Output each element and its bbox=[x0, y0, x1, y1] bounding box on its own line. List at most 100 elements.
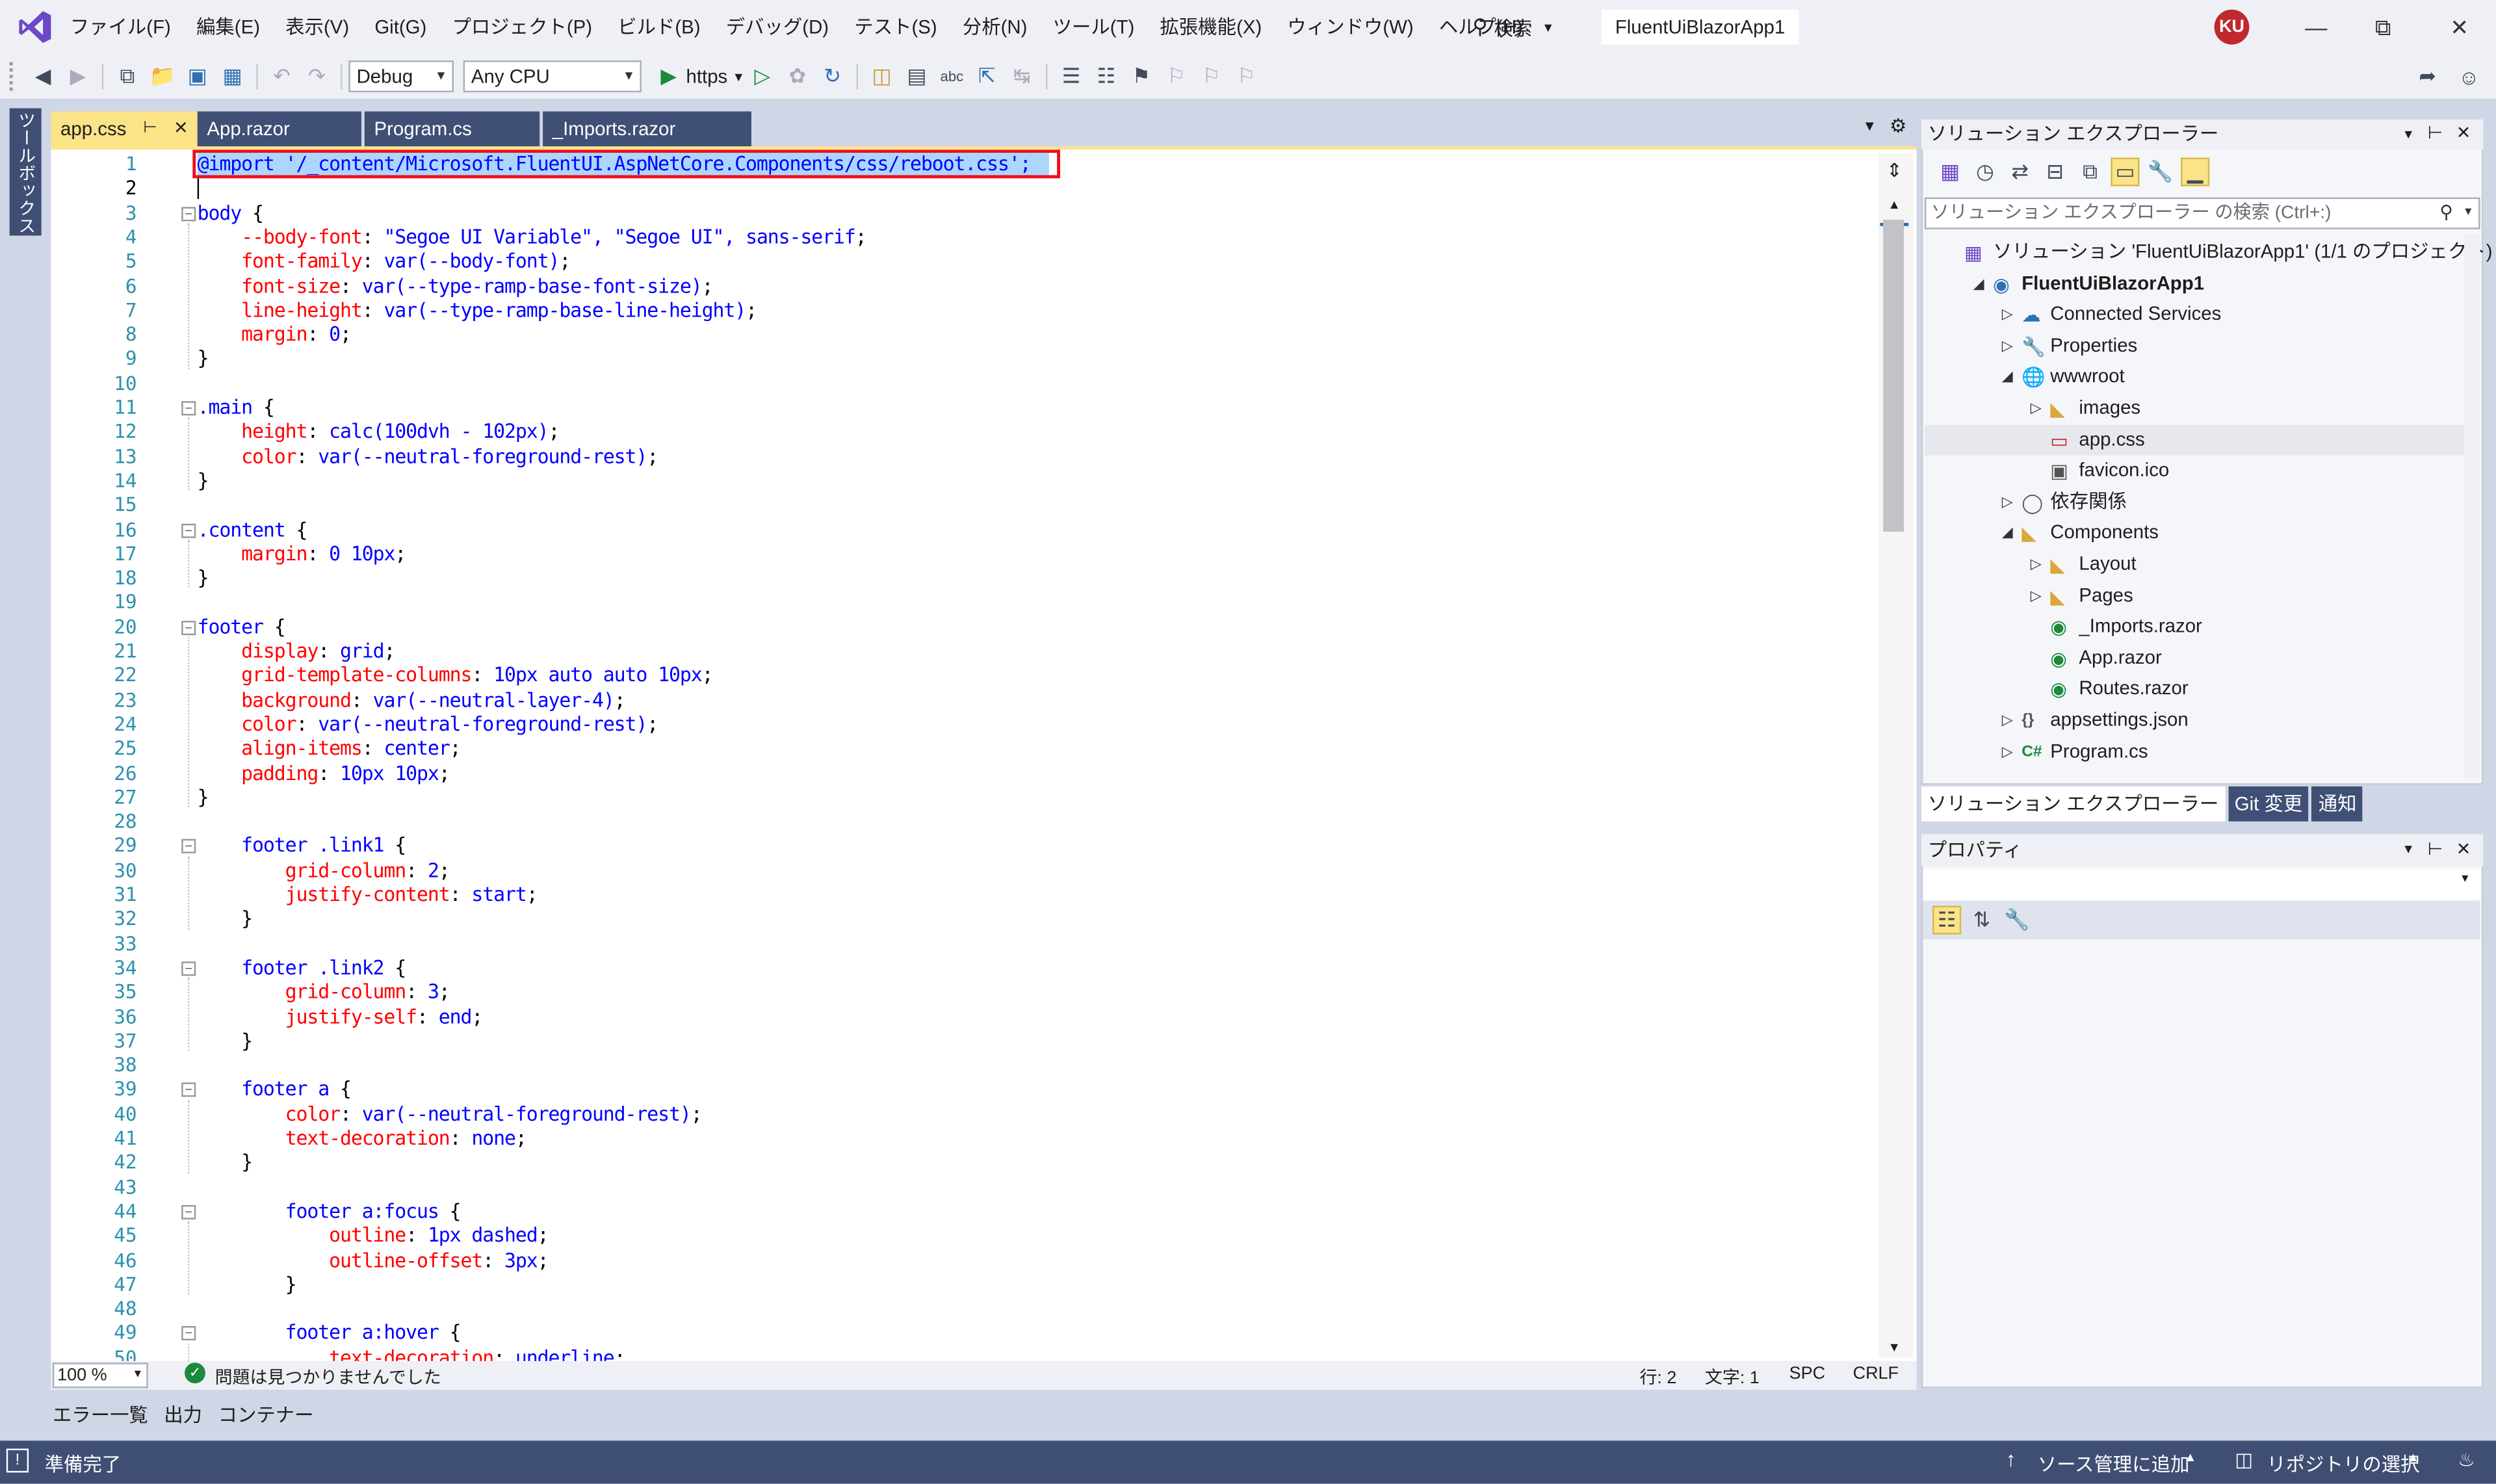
code-line[interactable]: } bbox=[198, 1151, 253, 1175]
toolbox-tab[interactable]: ツールボックス bbox=[9, 108, 42, 236]
platform-select[interactable]: Any CPU ▼ bbox=[463, 60, 642, 93]
code-line[interactable]: color: var(--neutral-foreground-rest); bbox=[198, 445, 658, 469]
refresh-icon[interactable]: ↻ bbox=[818, 62, 847, 91]
collapsed-arrow-icon[interactable]: ▷ bbox=[1999, 487, 2015, 518]
menu-git[interactable]: Git(G) bbox=[362, 0, 439, 54]
preview-selected-icon[interactable]: ▭ bbox=[2111, 157, 2140, 187]
visual-studio-logo-icon[interactable] bbox=[16, 8, 54, 46]
fold-toggle-icon[interactable]: − bbox=[181, 1204, 196, 1219]
play-icon[interactable]: ▶ bbox=[655, 62, 683, 91]
code-line[interactable]: } bbox=[198, 469, 209, 493]
solution-explorer-search-input[interactable]: ソリューション エクスプローラー の検索 (Ctrl+:) ⚲ ▼ bbox=[1924, 197, 2480, 229]
menu-file[interactable]: ファイル(F) bbox=[57, 0, 183, 54]
bell-icon[interactable]: ♨ bbox=[2458, 1449, 2475, 1471]
tab-imports-razor[interactable]: _Imports.razor bbox=[543, 111, 751, 147]
properties-object-select[interactable]: ▼ bbox=[1923, 869, 2480, 900]
solution-name-badge[interactable]: FluentUiBlazorApp1 bbox=[1601, 9, 1799, 45]
code-line[interactable]: grid-column: 2; bbox=[198, 859, 450, 883]
tab-program-cs[interactable]: Program.cs bbox=[364, 111, 540, 147]
show-all-files-icon[interactable]: ⧉ bbox=[2075, 157, 2104, 186]
menu-build[interactable]: ビルド(B) bbox=[605, 0, 714, 54]
whitespace-mode[interactable]: SPC bbox=[1789, 1364, 1825, 1383]
code-line[interactable]: footer .link1 { bbox=[198, 835, 406, 859]
code-line[interactable]: line-height: var(--type-ramp-base-line-h… bbox=[198, 299, 757, 323]
code-line[interactable]: body { bbox=[198, 202, 264, 226]
search-button[interactable]: ⚲ 検索 ▼ bbox=[1472, 13, 1554, 42]
share-icon[interactable]: ➦ bbox=[2413, 62, 2442, 91]
chevron-down-icon[interactable]: ▼ bbox=[733, 70, 745, 84]
code-line[interactable]: footer a:focus { bbox=[198, 1200, 462, 1224]
undo-icon[interactable]: ↶ bbox=[267, 62, 296, 91]
code-line[interactable]: .content { bbox=[198, 518, 308, 542]
tree-item[interactable]: ▷ {} appsettings.json bbox=[1925, 705, 2480, 736]
code-line[interactable]: align-items: center; bbox=[198, 737, 461, 761]
line-position[interactable]: 行: 2 bbox=[1639, 1364, 1676, 1390]
scroll-up-icon[interactable]: ▲ bbox=[1888, 198, 1901, 212]
tree-item[interactable]: ▷ ◣ Pages bbox=[1925, 580, 2480, 612]
code-line[interactable]: @import '/_content/Microsoft.FluentUI.As… bbox=[198, 153, 1032, 177]
minimize-icon[interactable]: — bbox=[2280, 0, 2353, 54]
zoom-select[interactable]: 100 % ▼ bbox=[52, 1362, 148, 1388]
code-line[interactable]: } bbox=[198, 1030, 253, 1054]
scrollbar-thumb[interactable] bbox=[1883, 219, 1904, 532]
code-line[interactable]: font-family: var(--body-font); bbox=[198, 250, 571, 274]
tab-containers[interactable]: コンテナー bbox=[210, 1398, 321, 1433]
notification-icon[interactable]: ! bbox=[6, 1448, 29, 1473]
feedback-icon[interactable]: ☺ bbox=[2454, 62, 2483, 91]
menu-extensions[interactable]: 拡張機能(X) bbox=[1147, 0, 1275, 54]
expanded-arrow-icon[interactable]: ◢ bbox=[1999, 518, 2015, 549]
save-all-icon[interactable]: ▦ bbox=[218, 62, 247, 91]
scroll-down-icon[interactable]: ▼ bbox=[1888, 1340, 1901, 1355]
code-editor[interactable]: 1 @import '/_content/Microsoft.FluentUI.A… bbox=[51, 146, 1917, 1361]
restore-icon[interactable]: ⧉ bbox=[2346, 0, 2420, 54]
pin-icon[interactable]: ⊢ bbox=[143, 111, 157, 146]
expanded-arrow-icon[interactable]: ◢ bbox=[1999, 362, 2015, 393]
configuration-select[interactable]: Debug ▼ bbox=[348, 60, 454, 93]
tree-item[interactable]: ◉ _Imports.razor bbox=[1925, 612, 2480, 643]
tree-item[interactable]: ▷ ☁ Connected Services bbox=[1925, 300, 2480, 331]
new-project-icon[interactable]: ⧉ bbox=[113, 62, 142, 91]
fold-toggle-icon[interactable]: − bbox=[181, 523, 196, 538]
switch-view-icon[interactable]: ▦ bbox=[1936, 157, 1964, 186]
avatar[interactable]: KU bbox=[2214, 9, 2250, 45]
fold-toggle-icon[interactable]: − bbox=[181, 401, 196, 416]
menu-tools[interactable]: ツール(T) bbox=[1040, 0, 1147, 54]
tree-item[interactable]: ◢ ◣ Components bbox=[1925, 518, 2480, 549]
collapsed-arrow-icon[interactable]: ▷ bbox=[1999, 736, 2015, 768]
step-over-icon[interactable]: ↹ bbox=[1008, 62, 1036, 91]
source-control-button[interactable]: ソース管理に追加 bbox=[2038, 1450, 2190, 1477]
active-document-icon[interactable]: ▁ bbox=[2181, 157, 2210, 187]
forward-icon[interactable]: ▶ bbox=[64, 62, 92, 91]
tab-list-dropdown-icon[interactable]: ▼ bbox=[1862, 118, 1877, 133]
chevron-down-icon[interactable]: ▼ bbox=[2463, 199, 2474, 228]
collapsed-arrow-icon[interactable]: ▷ bbox=[1999, 331, 2015, 362]
tab-app-css[interactable]: app.css ⊢ ✕ bbox=[51, 111, 198, 147]
menu-test[interactable]: テスト(S) bbox=[842, 0, 950, 54]
next-bookmark-icon[interactable]: ⚐ bbox=[1197, 62, 1225, 91]
code-line[interactable]: } bbox=[198, 908, 253, 932]
tab-git-changes[interactable]: Git 変更 bbox=[2228, 786, 2309, 822]
fold-toggle-icon[interactable]: − bbox=[181, 206, 196, 221]
code-line[interactable]: } bbox=[198, 1273, 297, 1297]
code-line[interactable]: .main { bbox=[198, 397, 275, 421]
menu-edit[interactable]: 編集(E) bbox=[183, 0, 272, 54]
browse-folder-icon[interactable]: ◫ bbox=[868, 62, 896, 91]
toolbar-grip[interactable] bbox=[9, 62, 16, 91]
fold-toggle-icon[interactable]: − bbox=[181, 839, 196, 854]
clear-bookmarks-icon[interactable]: ⚐ bbox=[1232, 62, 1260, 91]
hot-reload-fire-icon[interactable]: ✿ bbox=[783, 62, 812, 91]
collapsed-arrow-icon[interactable]: ▷ bbox=[1999, 705, 2015, 736]
expanded-arrow-icon[interactable]: ◢ bbox=[1971, 268, 1986, 300]
tree-item[interactable]: ▭ app.css bbox=[1924, 424, 2480, 456]
code-line[interactable]: padding: 10px 10px; bbox=[198, 762, 450, 786]
tab-output[interactable]: 出力 bbox=[156, 1398, 210, 1433]
close-icon[interactable]: ✕ bbox=[2423, 0, 2496, 54]
pin-icon[interactable]: ⊢ bbox=[2428, 120, 2443, 150]
close-icon[interactable]: ✕ bbox=[2456, 834, 2471, 866]
code-line[interactable]: } bbox=[198, 567, 209, 591]
gear-icon[interactable]: ⚙ bbox=[1890, 114, 1906, 137]
code-line[interactable]: text-decoration: none; bbox=[198, 1127, 527, 1151]
code-line[interactable]: --body-font: "Segoe UI Variable", "Segoe… bbox=[198, 226, 867, 250]
fold-toggle-icon[interactable]: − bbox=[181, 961, 196, 976]
tree-scrollbar[interactable] bbox=[2464, 234, 2480, 779]
